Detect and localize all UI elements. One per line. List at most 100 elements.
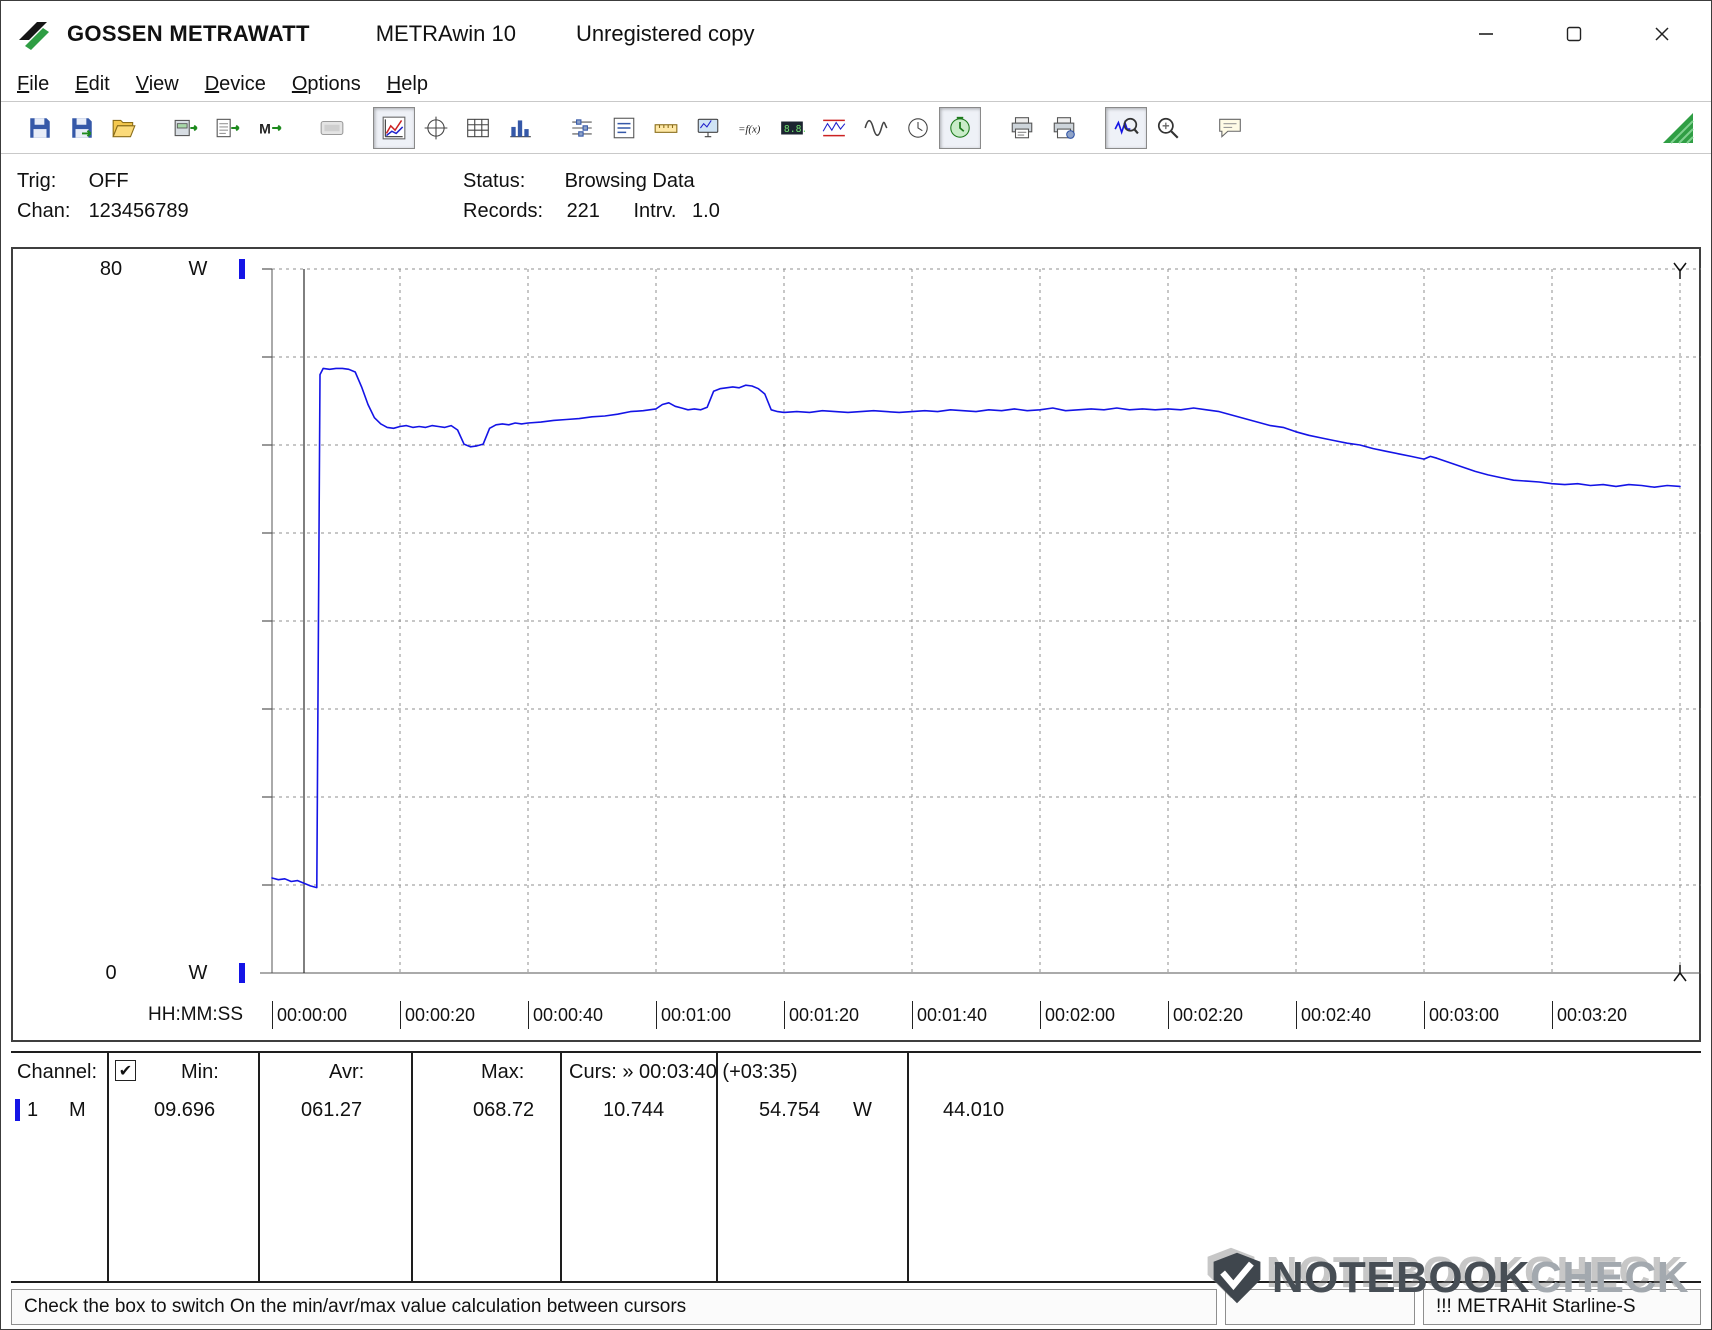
magnifier-icon bbox=[1157, 117, 1179, 139]
numeric-display-button[interactable]: 8.8.8 bbox=[771, 107, 813, 149]
toolbar-group-transfer: M bbox=[165, 107, 291, 149]
minmax-checkbox[interactable]: ✔ bbox=[115, 1060, 136, 1081]
analog-wave-button[interactable] bbox=[855, 107, 897, 149]
print-button[interactable] bbox=[1001, 107, 1043, 149]
sliders-icon bbox=[572, 118, 592, 137]
license-status: Unregistered copy bbox=[575, 21, 755, 46]
row-cursor2-value: 54.754 bbox=[759, 1099, 821, 1121]
x-tick-label: 00:00:40 bbox=[528, 1001, 603, 1029]
memory-read-button[interactable] bbox=[207, 107, 249, 149]
save-file-icon bbox=[30, 117, 50, 138]
view-line-chart-button[interactable] bbox=[373, 106, 415, 149]
x-tick-label: 00:01:40 bbox=[912, 1001, 987, 1029]
view-histogram-button[interactable] bbox=[499, 107, 541, 149]
device-read-icon bbox=[174, 119, 198, 136]
row-channel-number: 1 bbox=[27, 1099, 39, 1121]
svg-text:=f(x): =f(x) bbox=[738, 123, 761, 135]
lcd-display-icon bbox=[320, 120, 344, 135]
menu-item-view[interactable]: View bbox=[136, 73, 179, 96]
close-button[interactable] bbox=[1639, 18, 1685, 50]
zoom-inspect-button[interactable] bbox=[1147, 107, 1189, 149]
intrv-value: 1.0 bbox=[692, 200, 720, 222]
chan-value: 123456789 bbox=[88, 200, 189, 222]
toolbar-group-zoom bbox=[1105, 106, 1189, 149]
annotation-button[interactable] bbox=[1209, 107, 1251, 149]
open-file-button[interactable] bbox=[103, 107, 145, 149]
save-selection-button[interactable] bbox=[61, 107, 103, 149]
memory-store-button[interactable]: M bbox=[249, 107, 291, 149]
records-label: Records: bbox=[463, 200, 544, 222]
limit-lines-button[interactable] bbox=[813, 107, 855, 149]
menu-item-file[interactable]: File bbox=[17, 73, 49, 96]
formula-button[interactable]: =f(x) bbox=[729, 107, 771, 149]
minimize-icon bbox=[1479, 33, 1493, 35]
menu-item-options[interactable]: Options bbox=[292, 73, 361, 96]
sine-wave-icon bbox=[864, 119, 888, 136]
window-controls bbox=[1463, 18, 1697, 50]
x-tick-label: 00:02:20 bbox=[1168, 1001, 1243, 1029]
row-min-value: 09.696 bbox=[154, 1099, 216, 1121]
x-tick-label: 00:00:00 bbox=[272, 1001, 347, 1029]
col-header-cursor: Curs: » 00:03:40 (+03:35) bbox=[569, 1061, 798, 1083]
row-avr-value: 061.27 bbox=[301, 1099, 363, 1121]
table-divider bbox=[907, 1053, 909, 1281]
y-axis-min-label: 0 bbox=[105, 962, 117, 984]
toolbar-group-file bbox=[19, 107, 145, 149]
scale-settings-button[interactable] bbox=[645, 107, 687, 149]
status-value: Browsing Data bbox=[564, 170, 695, 192]
ruler-icon bbox=[654, 123, 678, 133]
save-file-button[interactable] bbox=[19, 107, 61, 149]
table-divider bbox=[411, 1053, 413, 1281]
table-divider bbox=[560, 1053, 562, 1281]
toolbar-group-annotation bbox=[1209, 107, 1251, 149]
x-tick-label: 00:02:40 bbox=[1296, 1001, 1371, 1029]
col-header-min: Min: bbox=[181, 1061, 219, 1083]
lcd-display-button[interactable] bbox=[311, 107, 353, 149]
printer-icon bbox=[1011, 116, 1033, 138]
col-header-channel: Channel: bbox=[17, 1061, 98, 1083]
numeric-display-icon: 8.8.8 bbox=[781, 121, 805, 134]
menu-item-device[interactable]: Device bbox=[205, 73, 266, 96]
record-timer-button[interactable] bbox=[939, 106, 981, 149]
channel-list-button[interactable] bbox=[603, 107, 645, 149]
crosshair-icon bbox=[424, 116, 448, 139]
menu-item-edit[interactable]: Edit bbox=[75, 73, 109, 96]
device-read-button[interactable] bbox=[165, 107, 207, 149]
table-view-icon bbox=[467, 118, 489, 137]
toolbar-group-device: =f(x) 8.8.8 bbox=[561, 106, 981, 149]
clock-icon bbox=[908, 117, 928, 138]
limit-lines-icon bbox=[822, 119, 846, 136]
records-value: 221 bbox=[566, 200, 600, 222]
menu-item-help[interactable]: Help bbox=[387, 73, 428, 96]
zoom-signal-button[interactable] bbox=[1105, 106, 1147, 149]
channel-list-icon bbox=[613, 117, 635, 138]
status-block: Status: Browsing Data Records: 221 Intrv… bbox=[463, 166, 720, 226]
y-axis-unit-top: W bbox=[188, 258, 208, 280]
maximize-button[interactable] bbox=[1551, 18, 1597, 50]
view-xy-button[interactable] bbox=[415, 107, 457, 149]
x-tick-label: 00:02:00 bbox=[1040, 1001, 1115, 1029]
plot-area[interactable] bbox=[260, 261, 1701, 983]
minimize-button[interactable] bbox=[1463, 18, 1509, 50]
formula-icon: =f(x) bbox=[738, 123, 761, 135]
table-divider bbox=[258, 1053, 260, 1281]
x-tick-label: 00:03:00 bbox=[1424, 1001, 1499, 1029]
x-tick-label: 00:01:00 bbox=[656, 1001, 731, 1029]
interval-clock-button[interactable] bbox=[897, 107, 939, 149]
values-table: Channel: ✔ Min: Avr: Max: Curs: » 00:03:… bbox=[11, 1051, 1701, 1283]
row-max-value: 068.72 bbox=[473, 1099, 535, 1121]
transfer-settings-button[interactable] bbox=[561, 107, 603, 149]
line-chart-view-icon bbox=[382, 116, 406, 139]
y-axis-unit-bottom: W bbox=[188, 962, 208, 984]
svg-text:8.8.8: 8.8.8 bbox=[784, 123, 805, 134]
channel-color-tick-bottom bbox=[239, 963, 245, 983]
toolbar: M =f(x) 8.8 bbox=[1, 101, 1711, 154]
monitor-online-button[interactable] bbox=[687, 107, 729, 149]
toolbar-group-views bbox=[373, 106, 541, 149]
row-unit: W bbox=[853, 1099, 872, 1121]
y-axis-max-label: 80 bbox=[99, 258, 123, 280]
intrv-label: Intrv. bbox=[633, 200, 677, 222]
print-form-button[interactable] bbox=[1043, 107, 1085, 149]
chart-panel: 80 W 0 W HH:MM:SS 00:00:00 00:00:20 00:0… bbox=[11, 247, 1701, 1042]
view-table-button[interactable] bbox=[457, 107, 499, 149]
